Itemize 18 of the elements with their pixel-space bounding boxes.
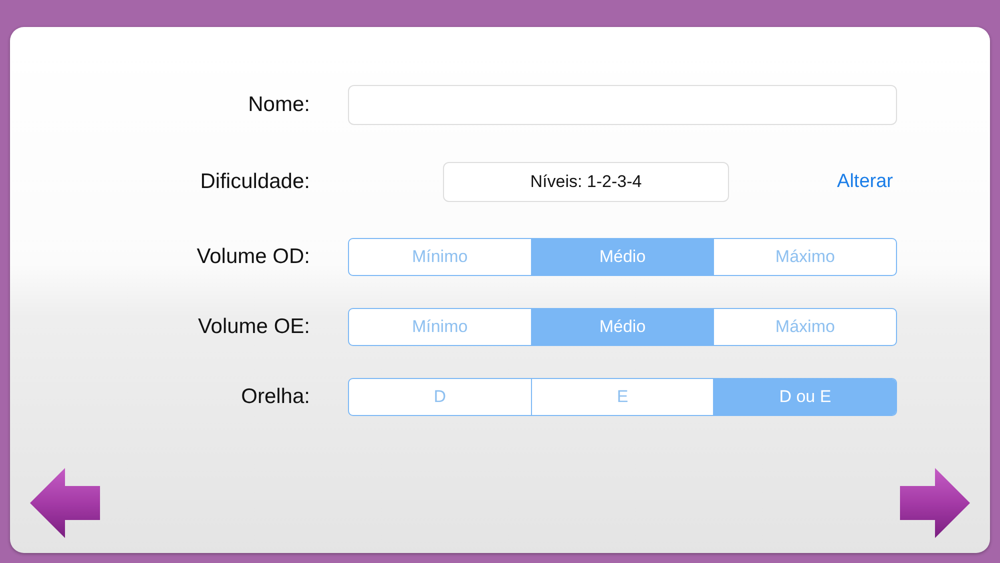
field-label: Nome:	[247, 93, 310, 117]
name-field[interactable]	[348, 85, 897, 125]
segment-option[interactable]: Máximo	[713, 239, 896, 275]
difficulty-field[interactable]: Níveis: 1-2-3-4	[443, 162, 729, 202]
field-label: Orelha:	[240, 385, 310, 409]
segment-option[interactable]: Máximo	[713, 309, 896, 345]
segment-option[interactable]: D	[349, 379, 531, 415]
segment-option[interactable]: Médio	[530, 309, 714, 345]
field-label: Volume OE:	[196, 315, 310, 339]
field-label: Volume OD:	[196, 245, 310, 269]
segment-option[interactable]: Médio	[530, 239, 714, 275]
segment-option[interactable]: Mínimo	[349, 309, 531, 345]
segment-option[interactable]: Mínimo	[349, 239, 531, 275]
back-arrow-icon[interactable]	[30, 468, 100, 538]
segment-option[interactable]: D ou E	[713, 379, 896, 415]
forward-arrow-icon[interactable]	[900, 468, 970, 538]
change-link[interactable]: Alterar	[837, 171, 893, 193]
field-label: Dificuldade:	[199, 170, 310, 194]
